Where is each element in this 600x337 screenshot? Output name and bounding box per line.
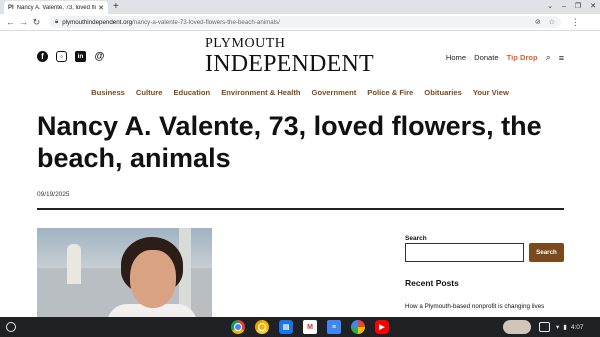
nav-tip-drop-link[interactable]: Tip Drop <box>507 53 538 62</box>
top-navigation: Home Donate Tip Drop ⌕ ≡ <box>446 52 564 63</box>
window-controls: ⌄ – ❐ ✕ <box>547 1 596 13</box>
logo-line1: PLYMOUTH <box>205 36 286 51</box>
star-icon[interactable]: ☆ <box>549 18 555 26</box>
launcher-icon[interactable] <box>6 322 16 332</box>
facebook-icon[interactable]: f <box>37 51 48 62</box>
url-path: /nancy-a-valente-73-loved-flowers-the-be… <box>132 18 280 26</box>
youtube-icon[interactable]: ▶ <box>375 320 389 334</box>
chrome-canary-icon[interactable] <box>255 320 269 334</box>
minimize-icon[interactable]: – <box>562 1 566 13</box>
logo-line2: INDEPENDENT <box>205 51 374 77</box>
tab-search-icon[interactable]: ⌄ <box>547 1 553 13</box>
article-date: 09/19/2025 <box>37 191 70 198</box>
gmail-icon[interactable]: M <box>303 320 317 334</box>
screen-capture-icon[interactable] <box>539 322 550 332</box>
search-button[interactable]: Search <box>529 243 564 262</box>
clock: 4:07 <box>570 323 584 331</box>
browser-tabstrip: PI Nancy A. Valente, 73, loved flo ✕ + ⌄… <box>0 0 600 14</box>
category-police-fire[interactable]: Police & Fire <box>367 88 413 97</box>
back-icon[interactable]: ← <box>4 17 17 27</box>
wifi-icon: ▾ <box>556 324 560 331</box>
category-culture[interactable]: Culture <box>136 88 163 97</box>
category-navigation: Business Culture Education Environment &… <box>0 88 600 97</box>
photos-icon[interactable] <box>351 320 365 334</box>
category-your-view[interactable]: Your View <box>473 88 509 97</box>
photo-face <box>130 250 176 308</box>
photo-background-figure <box>67 244 81 284</box>
eye-off-icon[interactable]: ⊘ <box>535 18 541 26</box>
lock-icon[interactable]: 🔒︎ <box>55 19 58 26</box>
browser-tab[interactable]: PI Nancy A. Valente, 73, loved flo ✕ <box>4 1 108 14</box>
chrome-icon[interactable] <box>231 320 245 334</box>
battery-icon: ▮ <box>563 324 567 331</box>
tab-title: Nancy A. Valente, 73, loved flo <box>16 4 97 11</box>
address-bar[interactable]: 🔒︎ plymouthindependent.org /nancy-a-vale… <box>49 16 561 28</box>
linkedin-icon[interactable]: in <box>75 51 86 62</box>
category-government[interactable]: Government <box>312 88 357 97</box>
hamburger-menu-icon[interactable]: ≡ <box>559 53 564 63</box>
recent-posts-heading: Recent Posts <box>405 278 459 288</box>
browser-toolbar: ← → ↻ 🔒︎ plymouthindependent.org /nancy-… <box>0 14 600 31</box>
files-icon[interactable]: ▤ <box>279 320 293 334</box>
article-photo <box>37 228 212 317</box>
url-host: plymouthindependent.org <box>62 18 133 26</box>
site-favicon-icon: PI <box>8 4 14 11</box>
article-headline: Nancy A. Valente, 73, loved flowers, the… <box>37 111 542 173</box>
threads-icon[interactable]: @ <box>94 51 105 62</box>
category-education[interactable]: Education <box>173 88 210 97</box>
close-window-icon[interactable]: ✕ <box>590 1 596 13</box>
forward-icon[interactable]: → <box>17 17 30 27</box>
account-avatar[interactable] <box>503 320 531 334</box>
search-input[interactable] <box>405 243 524 262</box>
divider <box>37 208 564 210</box>
instagram-icon[interactable]: ◦ <box>56 51 67 62</box>
new-tab-icon[interactable]: + <box>113 1 119 13</box>
pinned-apps: ▤ M ≡ ▶ <box>231 320 389 334</box>
os-shelf: ▤ M ≡ ▶ ▾ ▮ 4:07 <box>0 317 600 337</box>
category-environment-health[interactable]: Environment & Health <box>221 88 300 97</box>
tab-close-icon[interactable]: ✕ <box>98 4 104 12</box>
recent-post-link[interactable]: How a Plymouth-based nonprofit is changi… <box>405 303 544 310</box>
docs-icon[interactable]: ≡ <box>327 320 341 334</box>
nav-home-link[interactable]: Home <box>446 53 466 62</box>
nav-donate-link[interactable]: Donate <box>474 53 499 62</box>
site-logo[interactable]: PLYMOUTH INDEPENDENT <box>205 36 381 77</box>
reload-icon[interactable]: ↻ <box>30 17 43 28</box>
social-links: f ◦ in @ <box>37 51 105 62</box>
menu-icon[interactable]: ⋮ <box>571 17 580 28</box>
search-label: Search <box>405 235 427 242</box>
search-icon[interactable]: ⌕ <box>546 52 551 63</box>
category-business[interactable]: Business <box>91 88 125 97</box>
category-obituaries[interactable]: Obituaries <box>424 88 462 97</box>
maximize-icon[interactable]: ❐ <box>575 1 581 13</box>
status-tray[interactable]: ▾ ▮ 4:07 <box>556 320 584 334</box>
